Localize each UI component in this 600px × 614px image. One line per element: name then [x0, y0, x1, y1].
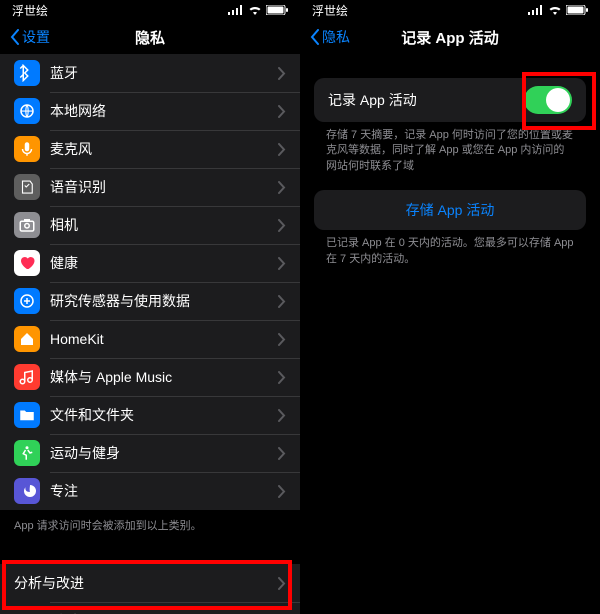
music-icon [14, 364, 40, 390]
wifi-icon [248, 5, 262, 15]
bluetooth-icon [14, 60, 40, 86]
list-item[interactable]: 文件和文件夹 [0, 396, 300, 434]
content-scroll[interactable]: 记录 App 活动 存储 7 天摘要，记录 App 何时访问了您的位置或麦克风等… [300, 54, 600, 614]
status-time: 浮世绘 [312, 2, 348, 19]
item-label: 文件和文件夹 [50, 405, 278, 425]
list-item[interactable]: Apple 广告 [0, 602, 300, 614]
fitness-icon [14, 440, 40, 466]
signal-icon [528, 5, 544, 15]
item-label: 媒体与 Apple Music [50, 367, 278, 387]
chevron-right-icon [278, 257, 286, 270]
folder-icon [14, 402, 40, 428]
list-item[interactable]: 本地网络 [0, 92, 300, 130]
status-bar: 浮世绘 [0, 0, 300, 20]
chevron-right-icon [278, 143, 286, 156]
page-title: 记录 App 活动 [401, 27, 499, 48]
wifi-icon [548, 5, 562, 15]
list-item[interactable]: 语音识别 [0, 168, 300, 206]
phone-left: 浮世绘 设置 隐私 蓝牙本地网络麦克风语音识别相机健康研究传感器与使用数据 Hom… [0, 0, 300, 614]
home-icon [14, 326, 40, 352]
privacy-list: 蓝牙本地网络麦克风语音识别相机健康研究传感器与使用数据 HomeKit 媒体与 Ap… [0, 54, 300, 510]
item-label: 语音识别 [50, 177, 278, 197]
item-label: 相机 [50, 215, 278, 235]
status-indicators [228, 5, 288, 15]
chevron-right-icon [278, 295, 286, 308]
toggle-description: 存储 7 天摘要，记录 App 何时访问了您的位置或麦克风等数据，同时了解 Ap… [300, 122, 600, 180]
chevron-left-icon [310, 29, 320, 45]
chevron-right-icon [278, 371, 286, 384]
item-label: 健康 [50, 253, 278, 273]
battery-icon [266, 5, 288, 15]
toggle-group: 记录 App 活动 [314, 78, 586, 122]
battery-icon [566, 5, 588, 15]
nav-bar: 隐私 记录 App 活动 [300, 20, 600, 54]
nav-bar: 设置 隐私 [0, 20, 300, 54]
chevron-right-icon [278, 485, 286, 498]
phone-right: 浮世绘 隐私 记录 App 活动 记录 App 活动 存储 7 天摘要，记录 A… [300, 0, 600, 614]
item-label: 麦克风 [50, 139, 278, 159]
page-title: 隐私 [135, 27, 165, 48]
network-icon [14, 98, 40, 124]
chevron-right-icon [278, 105, 286, 118]
chevron-right-icon [278, 333, 286, 346]
back-label: 隐私 [322, 27, 350, 47]
health-icon [14, 250, 40, 276]
toggle-label: 记录 App 活动 [328, 90, 524, 110]
list-item[interactable]: 相机 [0, 206, 300, 244]
chevron-right-icon [278, 447, 286, 460]
analytics-group: 分析与改进 Apple 广告 [0, 564, 300, 614]
mic-icon [14, 136, 40, 162]
item-label: 专注 [50, 481, 278, 501]
list-item[interactable]: 健康 [0, 244, 300, 282]
camera-icon [14, 212, 40, 238]
item-label: 运动与健身 [50, 443, 278, 463]
item-label: HomeKit [50, 331, 278, 347]
item-label: 研究传感器与使用数据 [50, 291, 278, 311]
back-label: 设置 [22, 27, 50, 47]
list-item[interactable]: 研究传感器与使用数据 [0, 282, 300, 320]
action-group: 存储 App 活动 [314, 190, 586, 230]
list-item[interactable]: 媒体与 Apple Music [0, 358, 300, 396]
action-description: 已记录 App 在 0 天内的活动。您最多可以存储 App 在 7 天内的活动。 [300, 230, 600, 273]
save-activity-button[interactable]: 存储 App 活动 [314, 190, 586, 230]
status-bar: 浮世绘 [300, 0, 600, 20]
back-button[interactable]: 隐私 [310, 27, 350, 47]
focus-icon [14, 478, 40, 504]
list-item[interactable]: HomeKit [0, 320, 300, 358]
list-item[interactable]: 麦克风 [0, 130, 300, 168]
item-label: 分析与改进 [14, 573, 278, 593]
content-scroll[interactable]: 蓝牙本地网络麦克风语音识别相机健康研究传感器与使用数据 HomeKit 媒体与 Ap… [0, 54, 300, 614]
chevron-right-icon [278, 67, 286, 80]
research-icon [14, 288, 40, 314]
item-label: 蓝牙 [50, 63, 278, 83]
toggle-switch[interactable] [524, 86, 572, 114]
item-label: 本地网络 [50, 101, 278, 121]
list-item[interactable]: 分析与改进 [0, 564, 300, 602]
chevron-right-icon [278, 219, 286, 232]
speech-icon [14, 174, 40, 200]
chevron-right-icon [278, 409, 286, 422]
chevron-right-icon [278, 181, 286, 194]
signal-icon [228, 5, 244, 15]
list-item[interactable]: 运动与健身 [0, 434, 300, 472]
record-toggle-row[interactable]: 记录 App 活动 [314, 78, 586, 122]
status-time: 浮世绘 [12, 2, 48, 19]
list-item[interactable]: 专注 [0, 472, 300, 510]
status-indicators [528, 5, 588, 15]
footer-note: App 请求访问时会被添加到以上类别。 [0, 510, 300, 540]
chevron-left-icon [10, 29, 20, 45]
chevron-right-icon [278, 577, 286, 590]
list-item[interactable]: 蓝牙 [0, 54, 300, 92]
back-button[interactable]: 设置 [10, 27, 50, 47]
